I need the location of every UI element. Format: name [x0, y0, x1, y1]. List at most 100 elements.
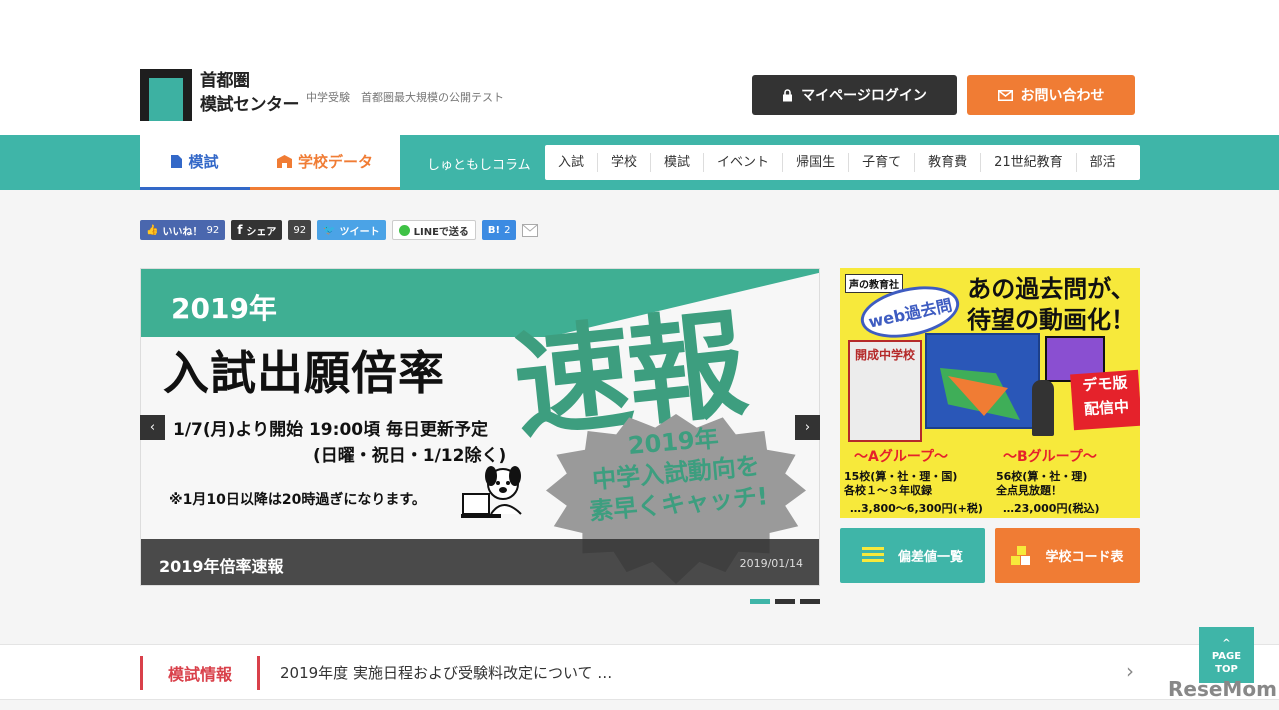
category-kyoikuhi[interactable]: 教育費 [915, 153, 982, 172]
slider-dot-1[interactable] [750, 599, 770, 604]
news-headline-link[interactable]: 2019年度 実施日程および受験料改定について … [280, 662, 612, 683]
category-bukatsu[interactable]: 部活 [1077, 153, 1129, 172]
ad-headline-line1: あの過去問が、 [967, 275, 1135, 303]
school-code-table-button[interactable]: 学校コード表 [995, 528, 1140, 583]
share-count: 92 [288, 220, 312, 240]
site-header: 首都圏 模試センター 中学受験 首都圏最大規模の公開テスト マイページログイン … [0, 0, 1279, 135]
pagetop-line2: TOP [1215, 664, 1238, 675]
chevron-right-icon[interactable]: › [1126, 659, 1134, 683]
category-menu: 入試 学校 模試 イベント 帰国生 子育て 教育費 21世紀教育 部活 [545, 145, 1140, 180]
ad-group-a-title: ～Aグループ～ [854, 449, 948, 465]
thumbs-up-icon: 👍 [146, 224, 159, 236]
category-nyushi[interactable]: 入試 [545, 153, 599, 172]
social-share-bar: 👍 いいね！ 92 f シェア 92 🐦 ツイート LINEで送る B! 2 [140, 220, 539, 240]
hero-caption[interactable]: 2019年倍率速報 2019/01/14 [141, 539, 819, 585]
ad-group-b-price: …23,000円(税込) [1003, 502, 1100, 515]
email-share-icon[interactable] [522, 223, 539, 237]
site-tagline: 中学受験 首都圏最大規模の公開テスト [306, 91, 504, 104]
facebook-icon: f [237, 223, 243, 237]
tab-moshi-label: 模試 [188, 152, 219, 171]
hero-exclusion-line: (日曜・祝日・1/12除く) [313, 446, 507, 466]
contact-button[interactable]: お問い合わせ [967, 75, 1135, 115]
facebook-like-button[interactable]: 👍 いいね！ 92 [140, 220, 226, 240]
slider-dot-3[interactable] [800, 599, 820, 604]
tab-school-data[interactable]: 学校データ [250, 135, 400, 190]
ad-teacher-figure [1032, 380, 1054, 436]
site-logo[interactable]: 首都圏 模試センター [140, 69, 300, 121]
hero-note: ※1月10日以降は20時過ぎになります。 [169, 492, 426, 508]
pagetop-line1: PAGE [1211, 651, 1242, 662]
blocks-icon [1011, 545, 1031, 566]
hatena-bookmark-button[interactable]: B! 2 [481, 220, 517, 240]
hero-schedule-line: 1/7(月)より開始 19:00頃 毎日更新予定 [173, 420, 489, 440]
news-category-label: 模試情報 [140, 656, 260, 690]
ad-group-a-line2: 各校１～３年収録 [844, 484, 932, 497]
slider-prev-button[interactable]: ‹ [140, 415, 165, 440]
hero-year: 2019年 [171, 292, 277, 325]
logo-line2: 模試センター [200, 95, 300, 115]
ad-headline: あの過去問が、 待望の動画化！ [965, 274, 1137, 336]
ad-group-a-line1: 15校(算・社・理・国) [844, 470, 958, 483]
facebook-share-button[interactable]: f シェア [231, 220, 283, 240]
hensachi-list-label: 偏差値一覧 [897, 550, 963, 565]
ad-group-a-details: 15校(算・社・理・国) 各校１～３年収録 [844, 470, 957, 498]
category-kikokusei[interactable]: 帰国生 [783, 153, 850, 172]
tweet-button[interactable]: 🐦 ツイート [317, 220, 386, 240]
category-kosodate[interactable]: 子育て [849, 153, 916, 172]
ad-demo-line2: 配信中 [1083, 397, 1130, 419]
page-top-button[interactable]: ^ PAGE TOP [1199, 627, 1254, 683]
slider-pagination [750, 599, 820, 604]
category-gakko[interactable]: 学校 [598, 153, 652, 172]
mypage-login-label: マイページログイン [801, 88, 927, 104]
mail-icon [997, 89, 1013, 101]
hensachi-list-button[interactable]: 偏差値一覧 [840, 528, 985, 583]
ad-group-b-line1: 56校(算・社・理) [996, 470, 1088, 483]
tweet-label: ツイート [339, 226, 380, 238]
hero-burst-text: 2019年 中学入試動向を 素早くキャッチ! [562, 418, 789, 530]
line-icon [398, 224, 410, 236]
contact-label: お問い合わせ [1020, 88, 1105, 104]
web-kakomon-ad-banner[interactable]: 声の教育社 web過去問 あの過去問が、 待望の動画化！ 開成中学校 デモ版 配… [840, 268, 1140, 518]
chevron-right-icon: › [804, 420, 811, 435]
document-icon [171, 154, 183, 168]
tab-school-data-label: 学校データ [297, 152, 373, 171]
chevron-left-icon: ‹ [149, 420, 156, 435]
ad-group-a-price: …3,800～6,300円(+税) [850, 502, 983, 515]
ad-group-b-title: ～Bグループ～ [1003, 449, 1097, 465]
line-share-button[interactable]: LINEで送る [391, 220, 476, 240]
dog-at-computer-illustration [461, 466, 522, 518]
twitter-bird-icon: 🐦 [323, 224, 336, 236]
logo-mark-icon [140, 69, 192, 121]
line-label: LINEで送る [413, 226, 469, 238]
caret-up-icon: ^ [1222, 638, 1231, 649]
column-link[interactable]: しゅともしコラム [427, 154, 531, 173]
ad-headline-line2: 待望の動画化！ [967, 306, 1135, 334]
ad-group-b-details: 56校(算・社・理) 全点見放題！ [996, 470, 1087, 498]
hero-slider[interactable]: 2019年 速報 入試出願倍率 1/7(月)より開始 19:00頃 毎日更新予定… [140, 268, 820, 586]
ad-group-b-line2: 全点見放題！ [996, 484, 1062, 497]
slider-next-button[interactable]: › [795, 415, 820, 440]
hero-caption-title[interactable]: 2019年倍率速報 [159, 553, 284, 577]
category-moshi[interactable]: 模試 [651, 153, 705, 172]
list-icon [861, 546, 884, 565]
hero-caption-date: 2019/01/14 [739, 557, 803, 570]
hero-title: 入試出願倍率 [163, 346, 445, 400]
share-label: シェア [246, 226, 277, 238]
tab-moshi[interactable]: 模試 [140, 135, 250, 190]
logo-line1: 首都圏 [200, 71, 250, 91]
school-icon [276, 154, 292, 168]
school-code-table-label: 学校コード表 [1045, 550, 1124, 565]
resemom-watermark: ReseMom [1168, 677, 1277, 701]
category-event[interactable]: イベント [704, 153, 784, 172]
ad-book-title: 開成中学校 [854, 348, 915, 362]
news-ticker: 模試情報 2019年度 実施日程および受験料改定について … › [0, 644, 1279, 700]
hatena-count: 2 [504, 224, 511, 236]
category-21c-kyoiku[interactable]: 21世紀教育 [981, 153, 1077, 172]
like-count: 92 [206, 224, 220, 236]
like-label: いいね！ [162, 226, 203, 238]
lock-icon [783, 88, 793, 101]
ad-demo-badge: デモ版 配信中 [1070, 369, 1140, 431]
mypage-login-button[interactable]: マイページログイン [752, 75, 957, 115]
slider-dot-2[interactable] [775, 599, 795, 604]
hatena-label: B! [487, 224, 501, 236]
